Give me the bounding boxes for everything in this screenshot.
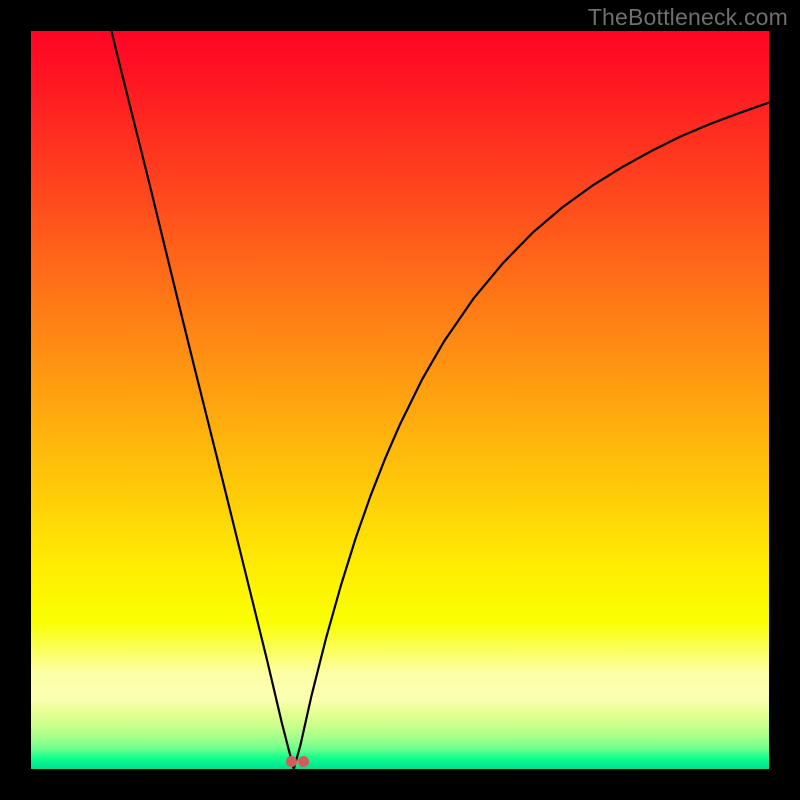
chart-frame: TheBottleneck.com [0, 0, 800, 800]
optimal-marker-0 [286, 756, 296, 766]
watermark-text: TheBottleneck.com [588, 4, 788, 31]
optimal-marker-1 [298, 756, 308, 766]
chart-plot [31, 31, 769, 769]
plot-background [31, 31, 769, 769]
